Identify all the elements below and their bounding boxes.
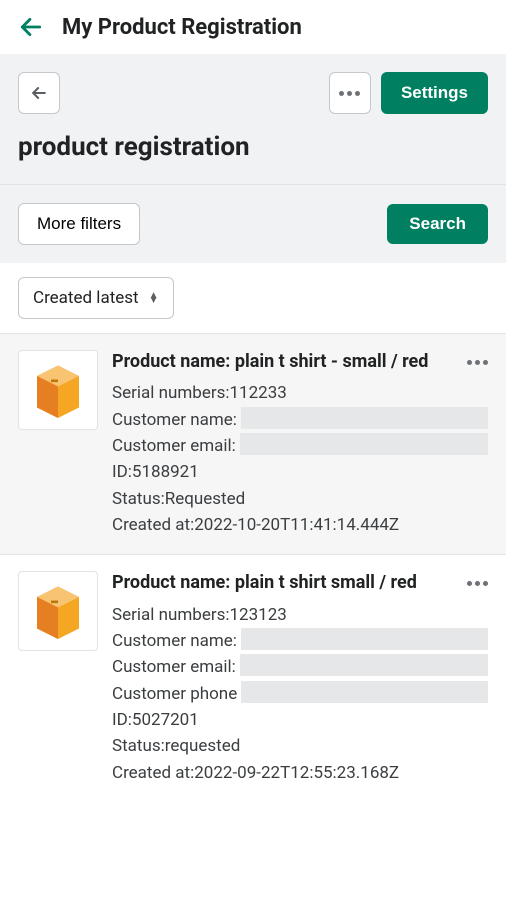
back-arrow-icon[interactable] <box>18 14 44 40</box>
registration-card[interactable]: Product name: plain t shirt - small / re… <box>0 333 506 554</box>
customer-email-line: Customer email: <box>112 433 488 459</box>
dots-horizontal-icon <box>339 91 360 96</box>
card-menu-button[interactable] <box>467 350 488 369</box>
product-thumbnail <box>18 571 98 651</box>
app-topbar: My Product Registration <box>0 0 506 54</box>
page-back-button[interactable] <box>18 72 60 114</box>
created-line: Created at: 2022-10-20T11:41:14.444Z <box>112 512 488 538</box>
settings-button[interactable]: Settings <box>381 72 488 114</box>
customer-name-line: Customer name: <box>112 628 488 654</box>
serial-line: Serial numbers: 112233 <box>112 380 488 406</box>
sort-select[interactable]: Created latest ▲▼ <box>18 277 174 319</box>
customer-name-line: Customer name: <box>112 407 488 433</box>
status-line: Status: requested <box>112 733 488 759</box>
package-box-icon <box>30 583 86 639</box>
redacted-value <box>241 407 488 429</box>
redacted-value <box>240 654 488 676</box>
product-thumbnail <box>18 350 98 430</box>
redacted-value <box>241 681 488 703</box>
redacted-value <box>240 433 488 455</box>
sort-row: Created latest ▲▼ <box>0 263 506 333</box>
dots-horizontal-icon <box>467 581 488 586</box>
more-filters-button[interactable]: More filters <box>18 203 140 245</box>
card-title: Product name: plain t shirt - small / re… <box>112 350 488 374</box>
customer-phone-line: Customer phone <box>112 681 488 707</box>
package-box-icon <box>30 362 86 418</box>
sort-caret-icon: ▲▼ <box>149 293 159 303</box>
page-header: Settings product registration <box>0 54 506 184</box>
id-line: ID: 5188921 <box>112 459 488 485</box>
card-body: Product name: plain t shirt - small / re… <box>112 350 488 538</box>
toolbar-row: Settings <box>18 72 488 114</box>
dots-horizontal-icon <box>467 360 488 365</box>
registration-list: Product name: plain t shirt - small / re… <box>0 333 506 802</box>
registration-card[interactable]: Product name: plain t shirt small / red … <box>0 554 506 802</box>
card-menu-button[interactable] <box>467 571 488 590</box>
more-actions-button[interactable] <box>329 72 371 114</box>
id-line: ID: 5027201 <box>112 707 488 733</box>
status-line: Status: Requested <box>112 486 488 512</box>
created-line: Created at: 2022-09-22T12:55:23.168Z <box>112 760 488 786</box>
filter-row: More filters Search <box>0 184 506 263</box>
page-title: product registration <box>18 132 488 162</box>
card-body: Product name: plain t shirt small / red … <box>112 571 488 786</box>
app-title: My Product Registration <box>62 15 302 40</box>
sort-selected-label: Created latest <box>33 288 139 308</box>
redacted-value <box>241 628 488 650</box>
serial-line: Serial numbers: 123123 <box>112 602 488 628</box>
search-button[interactable]: Search <box>387 204 488 244</box>
customer-email-line: Customer email: <box>112 654 488 680</box>
card-title: Product name: plain t shirt small / red <box>112 571 488 595</box>
